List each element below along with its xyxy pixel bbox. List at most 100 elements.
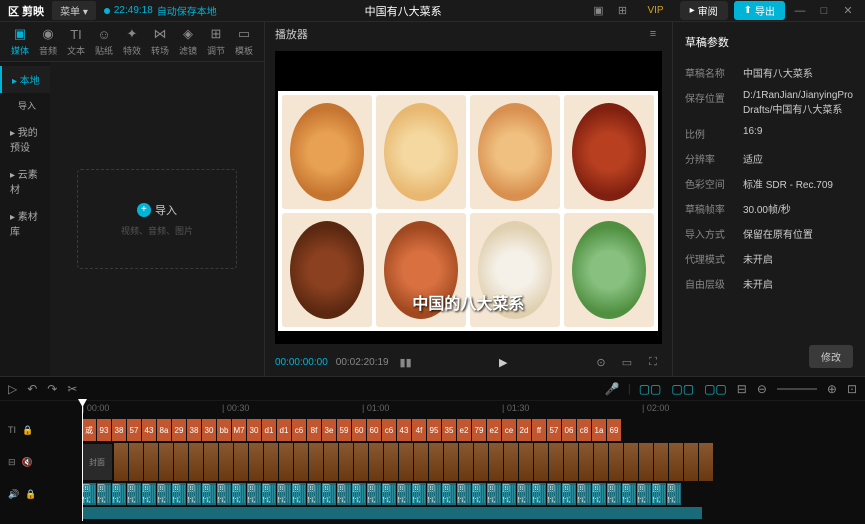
video-clip[interactable]: [129, 443, 144, 481]
tool-tab-4[interactable]: ✦特效: [118, 22, 146, 61]
video-clip[interactable]: [384, 443, 399, 481]
text-clip[interactable]: ce: [502, 419, 517, 441]
video-clip[interactable]: [609, 443, 624, 481]
tool-tab-0[interactable]: ▣媒体: [6, 22, 34, 61]
text-clip[interactable]: 1a: [592, 419, 607, 441]
audio-clip[interactable]: 国代: [217, 483, 232, 505]
tool-tab-1[interactable]: ◉音频: [34, 22, 62, 61]
video-clip[interactable]: [189, 443, 204, 481]
video-clip[interactable]: [339, 443, 354, 481]
play-button[interactable]: ▶: [499, 356, 507, 369]
text-clip[interactable]: c6: [292, 419, 307, 441]
text-clip[interactable]: 06: [562, 419, 577, 441]
audio-clip[interactable]: 国代: [517, 483, 532, 505]
audio-clip[interactable]: 国代: [637, 483, 652, 505]
text-clip[interactable]: 30: [247, 419, 262, 441]
audio-clip[interactable]: 国代: [577, 483, 592, 505]
video-clip[interactable]: [534, 443, 549, 481]
audio-clip[interactable]: 国代: [412, 483, 427, 505]
video-clip[interactable]: [414, 443, 429, 481]
video-clip[interactable]: [144, 443, 159, 481]
audio-icon[interactable]: 🔊: [8, 489, 19, 500]
video-clip[interactable]: [204, 443, 219, 481]
text-clip[interactable]: 35: [442, 419, 457, 441]
audio-clip[interactable]: 国代: [382, 483, 397, 505]
tool3-icon[interactable]: ▢▢: [704, 382, 727, 396]
cover-button[interactable]: 封面: [82, 444, 112, 480]
audio-clip[interactable]: 国代: [547, 483, 562, 505]
mic-icon[interactable]: 🎤: [605, 382, 620, 396]
video-track[interactable]: ⊟🔇 封面: [0, 443, 865, 481]
review-button[interactable]: ▸ 审阅: [680, 1, 728, 20]
audio-clip[interactable]: 国代: [307, 483, 322, 505]
audio-clip[interactable]: 国代: [472, 483, 487, 505]
audio-clip[interactable]: 国代: [352, 483, 367, 505]
video-clip[interactable]: [219, 443, 234, 481]
text-clip[interactable]: 2d: [517, 419, 532, 441]
tool-tab-6[interactable]: ◈滤镜: [174, 22, 202, 61]
text-clip[interactable]: d1: [277, 419, 292, 441]
text-clip[interactable]: 60: [367, 419, 382, 441]
fullscreen-icon[interactable]: ⛶: [644, 353, 662, 371]
mute-icon[interactable]: 🔇: [22, 457, 33, 468]
split-icon[interactable]: ✂: [67, 382, 77, 396]
import-button[interactable]: + 导入 视频、音频、图片: [77, 169, 237, 269]
zoom-in-icon[interactable]: ⊕: [827, 382, 837, 396]
preview-canvas[interactable]: 中国的八大菜系: [275, 51, 662, 344]
text-clip[interactable]: 57: [547, 419, 562, 441]
audio-clip[interactable]: 国代: [457, 483, 472, 505]
ratio-icon[interactable]: ▭: [618, 353, 636, 371]
video-clip[interactable]: [594, 443, 609, 481]
audio-clip[interactable]: 国代: [592, 483, 607, 505]
minimize-icon[interactable]: —: [791, 2, 809, 20]
text-clip[interactable]: 38: [187, 419, 202, 441]
audio-clip[interactable]: 国代: [127, 483, 142, 505]
sidebar-item-3[interactable]: ▸ 素材库: [0, 202, 50, 244]
sidebar-item-0[interactable]: ▸ 本地: [0, 66, 50, 93]
text-clip[interactable]: 59: [337, 419, 352, 441]
timeline-ruler[interactable]: | 00:00| 00:30| 01:00| 01:30| 02:00: [82, 401, 865, 419]
video-clip[interactable]: [669, 443, 684, 481]
text-clip[interactable]: 43: [397, 419, 412, 441]
audio-clip[interactable]: 国代: [322, 483, 337, 505]
fit-icon[interactable]: ⊡: [847, 382, 857, 396]
lock-icon[interactable]: 🔒: [22, 425, 33, 436]
video-clip[interactable]: [639, 443, 654, 481]
video-clip[interactable]: [174, 443, 189, 481]
tool-tab-2[interactable]: TI文本: [62, 22, 90, 61]
text-clip[interactable]: 8f: [307, 419, 322, 441]
video-clip[interactable]: [114, 443, 129, 481]
video-clip[interactable]: [654, 443, 669, 481]
menu-button[interactable]: 菜单 ▾: [52, 1, 96, 20]
video-clip[interactable]: [624, 443, 639, 481]
sidebar-item-2[interactable]: ▸ 云素材: [0, 160, 50, 202]
maximize-icon[interactable]: □: [815, 2, 833, 20]
audio-clip[interactable]: 国代: [82, 483, 97, 505]
video-clip[interactable]: [459, 443, 474, 481]
audio-clip[interactable]: 国代: [667, 483, 682, 505]
video-clip[interactable]: [399, 443, 414, 481]
export-button[interactable]: ⬆ 导出: [734, 1, 785, 20]
audio-clip[interactable]: 国代: [142, 483, 157, 505]
audio-clip[interactable]: 国代: [157, 483, 172, 505]
audio-clip[interactable]: 国代: [292, 483, 307, 505]
video-clip[interactable]: [579, 443, 594, 481]
audio-clip[interactable]: 国代: [97, 483, 112, 505]
marker-icon[interactable]: ▮▮: [397, 353, 415, 371]
audio-clip[interactable]: 国代: [277, 483, 292, 505]
audio-clip[interactable]: 国代: [607, 483, 622, 505]
focus-icon[interactable]: ⊙: [592, 353, 610, 371]
text-track[interactable]: TI🔒 或933857438a293830bbM730d1d1c68f3e596…: [0, 419, 865, 441]
preview-menu-icon[interactable]: ≡: [644, 25, 662, 43]
text-clip[interactable]: 或: [82, 419, 97, 441]
audio-clip[interactable]: 国代: [187, 483, 202, 505]
audio-clip[interactable]: 国代: [202, 483, 217, 505]
audio-clip[interactable]: 国代: [247, 483, 262, 505]
tool1-icon[interactable]: ▢▢: [639, 382, 662, 396]
tool-tab-3[interactable]: ☺贴纸: [90, 22, 118, 61]
video-clip[interactable]: [309, 443, 324, 481]
text-clip[interactable]: c8: [577, 419, 592, 441]
text-clip[interactable]: 8a: [157, 419, 172, 441]
audio-track-2[interactable]: [0, 507, 865, 519]
video-clip[interactable]: [429, 443, 444, 481]
